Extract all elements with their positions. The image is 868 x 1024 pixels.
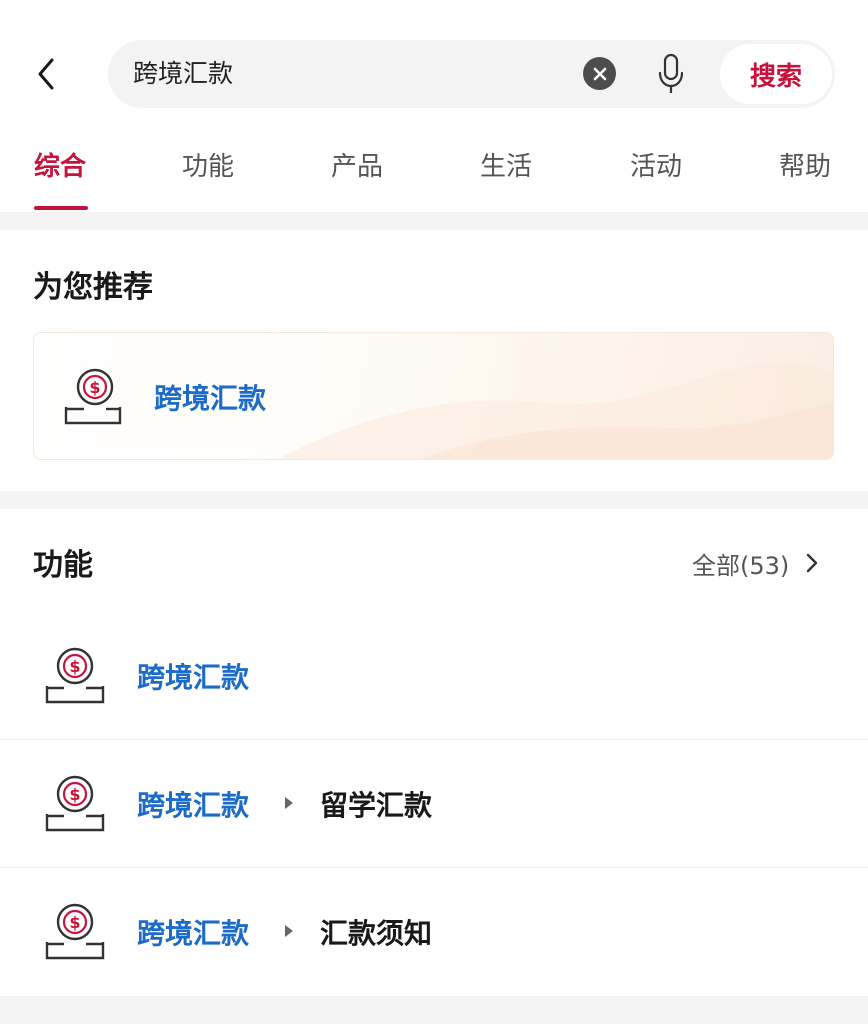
recommend-item-label: 跨境汇款 xyxy=(154,382,267,415)
dollar-coin-icon: $ xyxy=(45,775,105,832)
function-list-item[interactable]: $ 跨境汇款 留学汇款 xyxy=(0,740,868,868)
voice-search-button[interactable] xyxy=(656,52,686,96)
tab-activities[interactable]: 活动 xyxy=(630,146,682,183)
section-separator xyxy=(0,212,868,230)
breadcrumb-arrow-icon xyxy=(285,925,293,937)
function-item-sub-label: 汇款须知 xyxy=(320,917,433,950)
view-all-functions-link[interactable]: 全部(53) xyxy=(692,546,819,580)
svg-text:$: $ xyxy=(69,785,80,804)
function-item-label: 跨境汇款 xyxy=(137,917,250,950)
back-button[interactable] xyxy=(28,52,64,96)
view-all-label: 全部(53) xyxy=(692,551,790,580)
search-input[interactable]: 跨境汇款 xyxy=(133,40,233,108)
dollar-coin-icon: $ xyxy=(64,368,122,425)
breadcrumb-arrow-icon xyxy=(285,797,293,809)
function-list-item[interactable]: $ 跨境汇款 汇款须知 xyxy=(0,868,868,996)
tab-life[interactable]: 生活 xyxy=(480,146,532,183)
chevron-left-icon xyxy=(38,58,54,90)
tab-products[interactable]: 产品 xyxy=(331,146,383,183)
functions-title: 功能 xyxy=(33,548,93,583)
search-header: 跨境汇款 搜索 xyxy=(0,0,868,120)
function-list-item[interactable]: $ 跨境汇款 xyxy=(0,612,868,740)
chevron-right-icon xyxy=(807,553,818,573)
search-button[interactable]: 搜索 xyxy=(720,44,832,104)
clear-search-button[interactable] xyxy=(583,57,616,90)
svg-text:$: $ xyxy=(89,378,100,397)
function-item-label: 跨境汇款 xyxy=(137,789,250,822)
section-separator xyxy=(0,491,868,509)
close-icon xyxy=(593,67,606,80)
dollar-coin-icon: $ xyxy=(45,647,105,704)
tab-comprehensive[interactable]: 综合 xyxy=(34,146,86,183)
recommend-title: 为您推荐 xyxy=(33,270,153,305)
svg-text:$: $ xyxy=(69,913,80,932)
tab-functions[interactable]: 功能 xyxy=(182,146,234,183)
search-box: 跨境汇款 搜索 xyxy=(108,40,835,108)
function-item-label: 跨境汇款 xyxy=(137,661,250,694)
category-tabs: 综合 功能 产品 生活 活动 帮助 xyxy=(0,122,868,212)
function-item-sub-label: 留学汇款 xyxy=(320,789,433,822)
section-separator xyxy=(0,996,868,1024)
recommend-card[interactable]: $ 跨境汇款 xyxy=(33,332,834,460)
svg-text:$: $ xyxy=(69,657,80,676)
tab-help[interactable]: 帮助 xyxy=(779,146,831,183)
dollar-coin-icon: $ xyxy=(45,903,105,960)
active-tab-indicator xyxy=(34,206,88,210)
microphone-icon xyxy=(658,53,684,93)
